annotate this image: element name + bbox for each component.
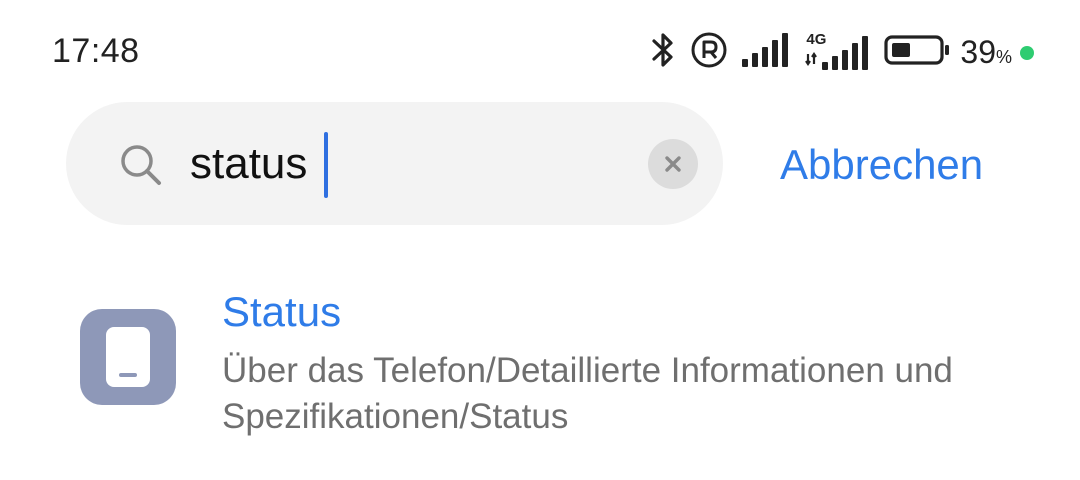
signal-icon [742, 32, 790, 72]
battery-percent: 39% [960, 33, 1012, 70]
search-bar[interactable] [66, 102, 723, 225]
result-title: Status [222, 288, 342, 335]
search-input[interactable] [190, 136, 620, 192]
result-path: Über das Telefon/Detaillierte Informatio… [222, 351, 953, 436]
bluetooth-icon [650, 30, 676, 75]
charging-dot-icon [1020, 46, 1034, 60]
battery-icon [884, 34, 950, 71]
clock: 17:48 [52, 32, 140, 70]
search-result-item[interactable]: Status Über das Telefon/Detaillierte Inf… [0, 278, 1080, 458]
text-cursor [324, 132, 328, 198]
phone-bar [119, 373, 137, 377]
4g-signal-icon: 4G [804, 32, 870, 72]
phone-icon [80, 309, 176, 405]
status-bar: 17:48 4G 39% [0, 0, 1080, 100]
registered-icon [690, 31, 728, 74]
clear-search-button[interactable] [648, 139, 698, 189]
search-icon [118, 142, 164, 193]
phone-shape [106, 327, 150, 387]
status-icons: 4G 39% [636, 30, 1034, 74]
settings-search-screen: 17:48 4G 39% status Abbrechen Status Übe… [0, 0, 1080, 480]
close-icon [665, 156, 681, 172]
cancel-button[interactable]: Abbrechen [780, 140, 983, 190]
